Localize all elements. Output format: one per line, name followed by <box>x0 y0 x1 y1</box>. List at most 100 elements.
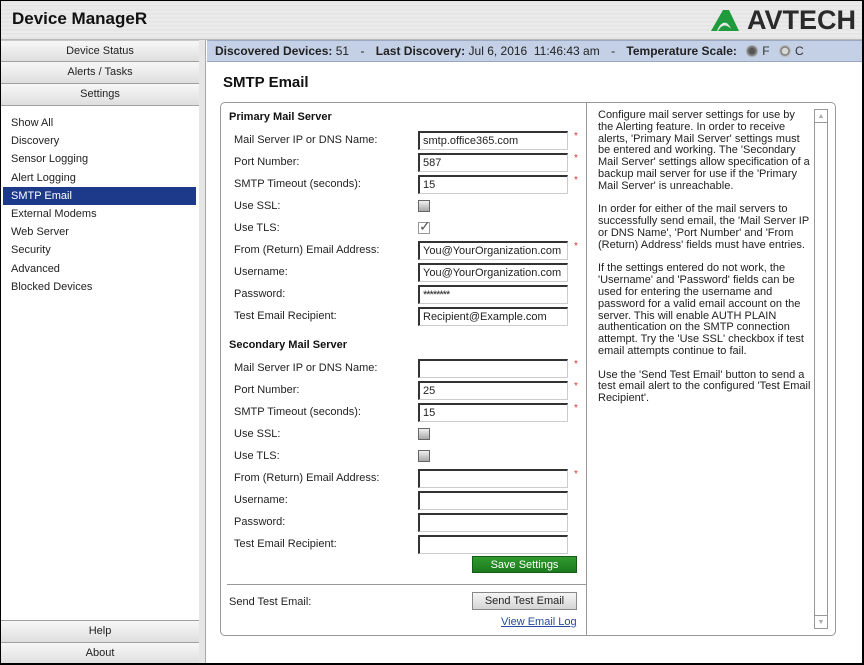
settings-item-discovery[interactable]: Discovery <box>3 132 196 150</box>
required-mark: * <box>574 241 578 252</box>
secondary-ssl-checkbox[interactable] <box>418 428 430 440</box>
secondary-port-row: Port Number: * <box>234 381 584 401</box>
primary-server-row: Mail Server IP or DNS Name: * <box>234 131 584 151</box>
primary-server-input[interactable] <box>418 131 568 150</box>
primary-username-label: Username: <box>234 266 288 278</box>
secondary-recipient-label: Test Email Recipient: <box>234 538 337 550</box>
help-paragraph: In order for either of the mail servers … <box>598 203 809 251</box>
page-title: SMTP Email <box>223 74 309 91</box>
primary-tls-label: Use TLS: <box>234 222 280 234</box>
primary-password-input[interactable] <box>418 285 568 304</box>
required-mark: * <box>574 381 578 392</box>
secondary-from-input[interactable] <box>418 469 568 488</box>
secondary-recipient-input[interactable] <box>418 535 568 554</box>
required-mark: * <box>574 403 578 414</box>
primary-port-label: Port Number: <box>234 156 300 168</box>
settings-item-alert-logging[interactable]: Alert Logging <box>3 169 196 187</box>
primary-from-label: From (Return) Email Address: <box>234 244 380 256</box>
secondary-ssl-label: Use SSL: <box>234 428 281 440</box>
primary-username-input[interactable] <box>418 263 568 282</box>
settings-item-show-all[interactable]: Show All <box>3 114 196 132</box>
temp-f-radio[interactable] <box>746 45 759 57</box>
secondary-tls-label: Use TLS: <box>234 450 280 462</box>
required-mark: * <box>574 469 578 480</box>
scroll-down-icon[interactable]: ▼ <box>815 615 827 628</box>
main-content: SMTP Email Primary Mail Server Mail Serv… <box>207 62 864 665</box>
secondary-password-input[interactable] <box>418 513 568 532</box>
app-header: Device ManageR AVTECH <box>0 0 864 40</box>
settings-item-external-modems[interactable]: External Modems <box>3 205 196 223</box>
nav-alerts-tasks[interactable]: Alerts / Tasks <box>0 62 200 84</box>
secondary-password-row: Password: <box>234 513 584 533</box>
primary-username-row: Username: <box>234 263 584 283</box>
send-test-email-button[interactable]: Send Test Email <box>472 592 577 610</box>
save-settings-button[interactable]: Save Settings <box>472 556 577 573</box>
smtp-panel: Primary Mail Server Mail Server IP or DN… <box>220 102 836 636</box>
secondary-username-label: Username: <box>234 494 288 506</box>
settings-item-web-server[interactable]: Web Server <box>3 223 196 241</box>
required-mark: * <box>574 175 578 186</box>
primary-password-label: Password: <box>234 288 286 300</box>
secondary-ssl-row: Use SSL: <box>234 425 584 445</box>
help-paragraph: If the settings entered do not work, the… <box>598 262 804 357</box>
secondary-username-input[interactable] <box>418 491 568 510</box>
primary-server-label: Mail Server IP or DNS Name: <box>234 134 378 146</box>
secondary-recipient-row: Test Email Recipient: <box>234 535 584 555</box>
settings-item-blocked-devices[interactable]: Blocked Devices <box>3 278 196 296</box>
secondary-server-input[interactable] <box>418 359 568 378</box>
primary-timeout-row: SMTP Timeout (seconds): * <box>234 175 584 195</box>
view-email-log-link[interactable]: View Email Log <box>501 616 577 628</box>
primary-ssl-label: Use SSL: <box>234 200 281 212</box>
temp-c-radio[interactable] <box>778 45 791 57</box>
required-mark: * <box>574 131 578 142</box>
primary-password-row: Password: <box>234 285 584 305</box>
secondary-timeout-input[interactable] <box>418 403 568 422</box>
primary-timeout-label: SMTP Timeout (seconds): <box>234 178 361 190</box>
divider <box>227 584 587 585</box>
avtech-logo-text: AVTECH <box>746 4 856 35</box>
required-mark: * <box>574 153 578 164</box>
last-discovery-value: Jul 6, 2016 11:46:43 am <box>468 44 600 58</box>
nav-about[interactable]: About <box>0 642 200 664</box>
scroll-up-icon[interactable]: ▲ <box>815 110 827 123</box>
primary-tls-checkbox[interactable] <box>418 218 431 235</box>
secondary-port-label: Port Number: <box>234 384 300 396</box>
nav-settings[interactable]: Settings <box>0 84 200 106</box>
primary-recipient-input[interactable] <box>418 307 568 326</box>
settings-item-smtp-email[interactable]: SMTP Email <box>3 186 196 205</box>
primary-tls-row: Use TLS: <box>234 218 584 239</box>
secondary-tls-row: Use TLS: <box>234 447 584 467</box>
settings-item-sensor-logging[interactable]: Sensor Logging <box>3 150 196 168</box>
avtech-logo: AVTECH <box>709 5 856 35</box>
help-scrollbar[interactable]: ▲ ▼ <box>814 109 828 629</box>
nav-help[interactable]: Help <box>0 620 200 642</box>
settings-item-advanced[interactable]: Advanced <box>3 260 196 278</box>
secondary-port-input[interactable] <box>418 381 568 400</box>
primary-from-row: From (Return) Email Address: * <box>234 241 584 261</box>
settings-item-security[interactable]: Security <box>3 241 196 259</box>
secondary-timeout-label: SMTP Timeout (seconds): <box>234 406 361 418</box>
required-mark: * <box>574 359 578 370</box>
primary-port-input[interactable] <box>418 153 568 172</box>
help-paragraph: Use the 'Send Test Email' button to send… <box>598 368 811 405</box>
secondary-server-label: Mail Server IP or DNS Name: <box>234 362 378 374</box>
send-test-email-label: Send Test Email: <box>229 596 312 608</box>
secondary-username-row: Username: <box>234 491 584 511</box>
temperature-scale-label: Temperature Scale: <box>626 44 737 58</box>
last-discovery-label: Last Discovery: <box>375 44 466 58</box>
discovered-devices-label: Discovered Devices: <box>215 44 333 58</box>
avtech-logo-icon <box>710 10 739 31</box>
separator: - <box>360 44 365 58</box>
nav-device-status[interactable]: Device Status <box>0 40 200 62</box>
primary-port-row: Port Number: * <box>234 153 584 173</box>
primary-ssl-checkbox[interactable] <box>418 200 430 212</box>
sidebar: Device Status Alerts / Tasks Settings Sh… <box>0 40 206 665</box>
secondary-timeout-row: SMTP Timeout (seconds): * <box>234 403 584 423</box>
discovered-devices-value: 51 <box>335 44 350 58</box>
secondary-tls-checkbox[interactable] <box>418 450 430 462</box>
primary-timeout-input[interactable] <box>418 175 568 194</box>
primary-from-input[interactable] <box>418 241 568 260</box>
sidebar-bottom: Help About <box>0 620 200 664</box>
settings-list: Show All Discovery Sensor Logging Alert … <box>0 106 199 296</box>
secondary-section-title: Secondary Mail Server <box>229 339 348 351</box>
